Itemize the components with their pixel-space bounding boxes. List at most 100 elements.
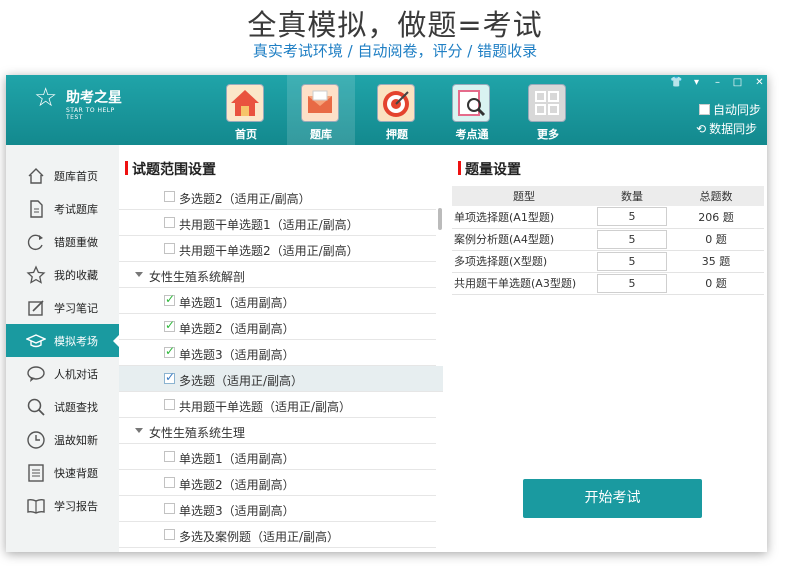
- quantity-table: 题型 数量 总题数 单项选择题(A1型题) 5 206 题 案例分析题(A4型题…: [452, 186, 764, 295]
- checkbox-checked[interactable]: [164, 344, 175, 358]
- graduation-cap-icon: [26, 334, 46, 348]
- count-input[interactable]: 5: [597, 273, 667, 293]
- auto-sync-toggle[interactable]: 自动同步: [699, 101, 761, 118]
- count-input[interactable]: 5: [597, 207, 667, 227]
- tree-item[interactable]: 单选题3（适用副高）: [119, 496, 436, 522]
- checkbox-checked[interactable]: [164, 370, 175, 384]
- checkbox[interactable]: [164, 477, 175, 488]
- table-row: 单项选择题(A1型题) 5 206 题: [452, 206, 764, 229]
- start-exam-button[interactable]: 开始考试: [523, 479, 702, 518]
- sidebar-item-quick-memorize[interactable]: 快速背题: [6, 456, 119, 489]
- auto-sync-checkbox[interactable]: [699, 104, 710, 115]
- tree-item[interactable]: 共用题干单选题（适用正/副高）: [119, 392, 436, 418]
- checkbox-checked[interactable]: [164, 292, 175, 306]
- sidebar-item-label: 学习笔记: [54, 302, 98, 315]
- sync-icon: ⟲: [696, 122, 707, 136]
- tree-category[interactable]: 女性生殖系统解剖: [119, 262, 436, 288]
- sidebar-item-label: 温故知新: [54, 434, 98, 447]
- logo-subtitle: STAR TO HELP TEST: [66, 107, 115, 121]
- count-input[interactable]: 5: [597, 251, 667, 271]
- sidebar-item-label: 试题查找: [54, 401, 98, 414]
- checkbox[interactable]: [164, 243, 175, 254]
- tree-item[interactable]: 单选题2（适用副高）: [119, 314, 436, 340]
- nav-key-points[interactable]: 考点通: [438, 75, 506, 145]
- tree-item-label: 多选及案例题（适用正/副高）: [179, 530, 340, 544]
- sidebar-item-favorites[interactable]: 我的收藏: [6, 258, 119, 291]
- sidebar-item-redo-wrong[interactable]: 错题重做: [6, 225, 119, 258]
- nav-home-label: 首页: [235, 128, 257, 141]
- sidebar: 题库首页 考试题库 错题重做 我的收藏 学习笔记 模拟考场 人机对话 试题查找 …: [6, 145, 120, 552]
- table-row: 多项选择题(X型题) 5 35 题: [452, 250, 764, 273]
- total-count: 35 题: [668, 250, 764, 273]
- expand-arrow-icon[interactable]: [135, 272, 143, 277]
- tree-item[interactable]: 单选题2（适用副高）: [119, 470, 436, 496]
- nav-key-points-label: 考点通: [455, 128, 489, 141]
- expand-arrow-icon[interactable]: [135, 428, 143, 433]
- checkbox[interactable]: [164, 217, 175, 228]
- checkbox[interactable]: [164, 529, 175, 540]
- checkbox[interactable]: [164, 451, 175, 462]
- tree-item-label: 单选题2（适用副高）: [179, 322, 295, 336]
- close-icon[interactable]: ✕: [752, 76, 767, 89]
- promo-subtitle: 真实考试环境 / 自动阅卷，评分 / 错题收录: [252, 42, 538, 60]
- nav-predict[interactable]: 押题: [363, 75, 431, 145]
- target-icon: [377, 84, 415, 122]
- tree-item[interactable]: 共用题干单选题2（适用正/副高）: [119, 236, 436, 262]
- sidebar-item-label: 人机对话: [54, 368, 98, 381]
- menu-icon[interactable]: ▾: [689, 76, 704, 89]
- sidebar-item-search[interactable]: 试题查找: [6, 390, 119, 423]
- tree-item[interactable]: 多选及案例题（适用正/副高）: [119, 522, 436, 548]
- checkbox[interactable]: [164, 399, 175, 410]
- sidebar-item-label: 快速背题: [54, 467, 98, 480]
- sidebar-item-notes[interactable]: 学习笔记: [6, 291, 119, 324]
- table-header-row: 题型 数量 总题数: [452, 186, 764, 206]
- data-sync-label: 数据同步: [709, 122, 758, 136]
- sidebar-item-mock-exam[interactable]: 模拟考场: [6, 324, 120, 357]
- data-sync-button[interactable]: ⟲ 数据同步: [696, 120, 757, 137]
- sidebar-item-label: 错题重做: [54, 236, 98, 249]
- checkbox[interactable]: [164, 503, 175, 514]
- nav-question-bank[interactable]: 题库: [287, 75, 355, 145]
- top-bar: ☆ 助考之星 STAR TO HELP TEST 首页 题库 押题 考点通 更多…: [6, 75, 767, 145]
- auto-sync-label: 自动同步: [713, 103, 762, 117]
- book-icon: [27, 498, 45, 514]
- magnifier-icon: [452, 84, 490, 122]
- sidebar-item-label: 我的收藏: [54, 269, 98, 282]
- sidebar-item-dialogue[interactable]: 人机对话: [6, 357, 119, 390]
- tree-item[interactable]: 单选题1（适用副高）: [119, 444, 436, 470]
- checkbox[interactable]: [164, 191, 175, 202]
- total-count: 0 题: [668, 228, 764, 251]
- maximize-icon[interactable]: □: [730, 76, 745, 89]
- tree-item[interactable]: 多选题2（适用正/副高）: [119, 184, 436, 210]
- minimize-icon[interactable]: –: [710, 76, 725, 89]
- question-type: 单项选择题(A1型题): [452, 206, 596, 229]
- count-input[interactable]: 5: [597, 229, 667, 249]
- search-icon: [27, 398, 45, 416]
- checkbox-checked[interactable]: [164, 318, 175, 332]
- sidebar-item-label: 题库首页: [54, 170, 98, 183]
- tree-item-selected[interactable]: 多选题（适用正/副高）: [119, 366, 443, 392]
- tree-item[interactable]: 单选题1（适用副高）: [119, 288, 436, 314]
- sidebar-item-study-report[interactable]: 学习报告: [6, 489, 119, 522]
- shirt-icon[interactable]: 👕: [669, 76, 684, 89]
- tree-item-label: 单选题2（适用副高）: [179, 478, 295, 492]
- sidebar-item-review[interactable]: 温故知新: [6, 423, 119, 456]
- tree-item-label: 单选题1（适用副高）: [179, 452, 295, 466]
- tree-item[interactable]: 单选题3（适用副高）: [119, 340, 436, 366]
- document-icon: [30, 200, 43, 218]
- tree-item-label: 多选题（适用正/副高）: [179, 374, 304, 388]
- scope-tree: 多选题2（适用正/副高） 共用题干单选题1（适用正/副高） 共用题干单选题2（适…: [119, 184, 443, 552]
- scope-scrollbar[interactable]: [438, 208, 442, 230]
- sidebar-item-bank-home[interactable]: 题库首页: [6, 159, 119, 192]
- note-icon: [28, 300, 44, 316]
- grid-icon: [528, 84, 566, 122]
- nav-home[interactable]: 首页: [212, 75, 280, 145]
- tree-item[interactable]: 共用题干单选题1（适用正/副高）: [119, 210, 436, 236]
- sidebar-item-exam-bank[interactable]: 考试题库: [6, 192, 119, 225]
- tree-item-label: 共用题干单选题2（适用正/副高）: [179, 244, 359, 258]
- quantity-title-marker: [458, 161, 461, 175]
- tree-category[interactable]: 女性生殖系统生理: [119, 418, 436, 444]
- tree-item-label: 共用题干单选题1（适用正/副高）: [179, 218, 359, 232]
- total-count: 0 题: [668, 272, 764, 295]
- nav-more[interactable]: 更多: [514, 75, 582, 145]
